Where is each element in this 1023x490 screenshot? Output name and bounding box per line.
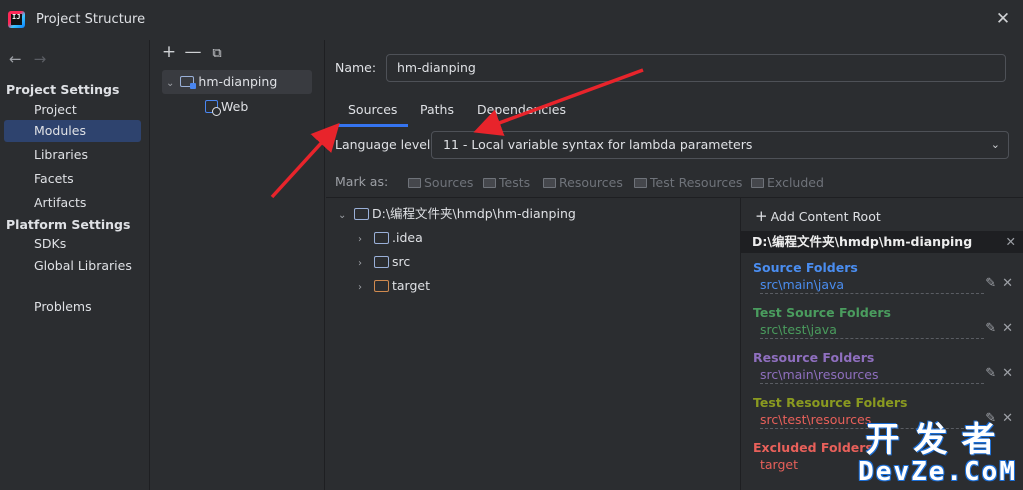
content-root-header: D:\编程文件夹\hmdp\hm-dianping ✕ — [741, 231, 1023, 253]
mark-as-excluded-label: Excluded — [767, 175, 824, 190]
tree-module-item[interactable]: ⌄ hm-dianping — [162, 70, 312, 94]
sources-folder-icon — [408, 178, 421, 188]
mark-as-tests-label: Tests — [499, 175, 531, 190]
project-settings-heading: Project Settings — [6, 82, 120, 97]
tests-folder-icon — [483, 178, 496, 188]
tree-row-idea[interactable]: › .idea — [358, 228, 423, 250]
back-arrow-icon[interactable]: ← — [9, 50, 22, 68]
module-toolbar: + — ⧉ — [157, 42, 229, 62]
resource-folders-heading: Resource Folders — [753, 350, 875, 365]
test-resources-folder-icon — [634, 178, 647, 188]
source-folders-heading: Source Folders — [753, 260, 858, 275]
tree-label-target: target — [392, 278, 431, 293]
resource-folder-path: src\main\resources — [760, 367, 984, 384]
language-level-value: 11 - Local variable syntax for lambda pa… — [443, 137, 753, 152]
mark-as-sources-label: Sources — [424, 175, 474, 190]
add-icon[interactable]: + — [157, 42, 181, 62]
active-tab-indicator — [338, 124, 408, 127]
mark-as-excluded-button[interactable]: Excluded — [751, 175, 824, 190]
add-content-root-button[interactable]: + Add Content Root — [755, 207, 881, 225]
edit-icon[interactable]: ✎ — [985, 276, 996, 291]
resources-folder-icon — [543, 178, 556, 188]
tab-dependencies[interactable]: Dependencies — [477, 102, 566, 117]
sidebar-item-artifacts[interactable]: Artifacts — [4, 192, 141, 214]
source-folder-path: src\main\java — [760, 277, 984, 294]
remove-root-icon[interactable]: ✕ — [1006, 231, 1016, 253]
remove-icon[interactable]: ✕ — [1002, 366, 1013, 381]
chevron-down-icon: ⌄ — [990, 138, 1000, 151]
window-title: Project Structure — [36, 12, 146, 27]
web-facet-icon — [205, 100, 221, 116]
excluded-folder-icon — [751, 178, 764, 188]
mark-as-label: Mark as: — [335, 174, 389, 189]
watermark-line1: 开发者 — [865, 420, 1010, 460]
add-content-root-label: Add Content Root — [770, 209, 881, 224]
module-name: hm-dianping — [198, 74, 278, 89]
sidebar-item-problems[interactable]: Problems — [4, 296, 141, 318]
mark-as-sources-button[interactable]: Sources — [408, 175, 473, 190]
chevron-right-icon[interactable]: › — [358, 254, 374, 274]
chevron-down-icon[interactable]: ⌄ — [338, 206, 354, 226]
tree-root-row[interactable]: ⌄ D:\编程文件夹\hmdp\hm-dianping — [338, 204, 576, 226]
sidebar-item-project[interactable]: Project — [4, 99, 141, 121]
test-source-folder-actions: ✎ ✕ — [979, 321, 1013, 336]
chevron-right-icon[interactable]: › — [358, 278, 374, 298]
name-label: Name: — [335, 60, 377, 75]
remove-icon[interactable]: — — [181, 42, 205, 62]
folder-icon — [374, 232, 389, 244]
mark-as-test-resources-label: Test Resources — [650, 175, 743, 190]
content-root-path: D:\编程文件夹\hmdp\hm-dianping — [752, 234, 973, 249]
tree-row-target[interactable]: › target — [358, 276, 430, 298]
settings-sidebar: ← → Project Settings Project Modules Libr… — [0, 40, 150, 490]
module-tree-panel: + — ⧉ ⌄ hm-dianping Web — [151, 40, 325, 490]
test-resource-folders-heading: Test Resource Folders — [753, 395, 908, 410]
plus-icon: + — [755, 207, 768, 225]
title-bar: IJ Project Structure ✕ — [0, 0, 1023, 40]
sidebar-item-facets[interactable]: Facets — [4, 168, 141, 190]
tab-paths[interactable]: Paths — [420, 102, 454, 117]
tree-label-src: src — [392, 254, 411, 269]
copy-icon[interactable]: ⧉ — [205, 46, 229, 61]
language-level-label: Language level: — [335, 137, 435, 152]
web-facet-label: Web — [221, 99, 249, 114]
sidebar-item-modules[interactable]: Modules — [4, 120, 141, 142]
sidebar-item-global-libraries[interactable]: Global Libraries — [4, 255, 141, 277]
test-source-folder-path: src\test\java — [760, 322, 984, 339]
remove-icon[interactable]: ✕ — [1002, 321, 1013, 336]
folder-icon — [374, 256, 389, 268]
watermark-line2: DevZe.CoM — [858, 457, 1017, 487]
watermark-logo: 开发者 DevZe.CoM — [858, 422, 1017, 486]
sidebar-item-libraries[interactable]: Libraries — [4, 144, 141, 166]
resource-folder-actions: ✎ ✕ — [979, 366, 1013, 381]
mark-as-resources-button[interactable]: Resources — [543, 175, 623, 190]
mark-as-resources-label: Resources — [559, 175, 623, 190]
forward-arrow-icon[interactable]: → — [34, 50, 47, 68]
source-folder-actions: ✎ ✕ — [979, 276, 1013, 291]
mark-as-test-resources-button[interactable]: Test Resources — [634, 175, 742, 190]
chevron-right-icon[interactable]: › — [358, 230, 374, 250]
folder-icon — [354, 208, 369, 220]
module-name-field[interactable]: hm-dianping — [386, 54, 1006, 82]
chevron-down-icon[interactable]: ⌄ — [166, 78, 174, 89]
intellij-logo-icon: IJ — [8, 11, 25, 28]
edit-icon[interactable]: ✎ — [985, 321, 996, 336]
tree-label-idea: .idea — [392, 230, 423, 245]
test-source-folders-heading: Test Source Folders — [753, 305, 891, 320]
remove-icon[interactable]: ✕ — [1002, 276, 1013, 291]
tree-web-facet[interactable]: Web — [205, 96, 248, 118]
module-folder-icon — [180, 76, 197, 89]
tab-sources[interactable]: Sources — [348, 102, 397, 117]
navigation-arrows: ← → — [9, 50, 58, 68]
language-level-dropdown[interactable]: 11 - Local variable syntax for lambda pa… — [431, 131, 1009, 159]
tree-row-src[interactable]: › src — [358, 252, 410, 274]
excluded-folders-heading: Excluded Folders — [753, 440, 873, 455]
sidebar-item-sdks[interactable]: SDKs — [4, 233, 141, 255]
tree-root-label: D:\编程文件夹\hmdp\hm-dianping — [372, 206, 576, 221]
excluded-folder-icon — [374, 280, 389, 292]
mark-as-tests-button[interactable]: Tests — [483, 175, 530, 190]
platform-settings-heading: Platform Settings — [6, 217, 131, 232]
close-icon[interactable]: ✕ — [994, 10, 1012, 28]
content-tree: ⌄ D:\编程文件夹\hmdp\hm-dianping › .idea › src ›… — [326, 197, 740, 490]
edit-icon[interactable]: ✎ — [985, 366, 996, 381]
